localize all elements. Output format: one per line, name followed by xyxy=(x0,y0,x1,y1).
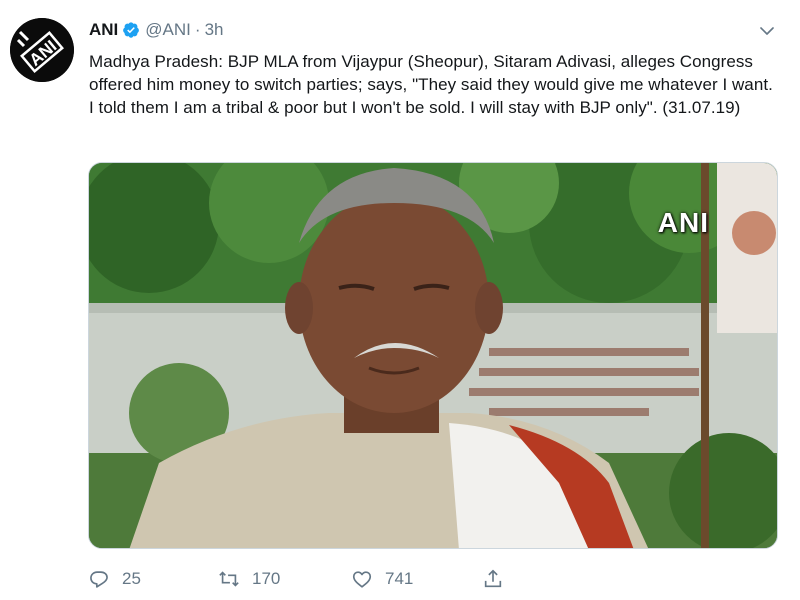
media-watermark: ANI xyxy=(657,207,709,238)
tweet-header: ANI @ANI · 3h xyxy=(89,18,223,42)
chevron-down-icon[interactable] xyxy=(758,22,776,40)
heart-icon xyxy=(352,571,372,588)
like-count: 741 xyxy=(385,569,414,588)
share-button[interactable] xyxy=(482,568,504,590)
tweet-media-video[interactable]: ANI xyxy=(88,162,778,549)
retweet-count: 170 xyxy=(252,569,281,588)
verified-badge-icon xyxy=(123,22,140,38)
retweet-icon xyxy=(219,571,239,587)
separator-dot: · xyxy=(194,20,201,39)
share-icon xyxy=(484,569,502,588)
ani-logo-icon: ANI xyxy=(10,18,74,82)
avatar[interactable]: ANI xyxy=(10,18,74,82)
tweet-text: Madhya Pradesh: BJP MLA from Vijaypur (S… xyxy=(89,52,773,117)
reply-count: 25 xyxy=(122,569,141,588)
author-handle[interactable]: @ANI xyxy=(145,20,191,40)
reply-icon xyxy=(90,571,108,588)
reply-button[interactable]: 25 xyxy=(88,568,141,590)
tweet-card[interactable]: ANI ANI @ANI · 3h Madhya Pradesh: BJP ML… xyxy=(0,0,800,600)
author-name[interactable]: ANI xyxy=(89,20,118,40)
retweet-button[interactable]: 170 xyxy=(218,568,280,590)
like-button[interactable]: 741 xyxy=(351,568,413,590)
tweet-timestamp[interactable]: 3h xyxy=(205,20,224,40)
tweet-actions: 25 170 741 xyxy=(88,568,788,596)
